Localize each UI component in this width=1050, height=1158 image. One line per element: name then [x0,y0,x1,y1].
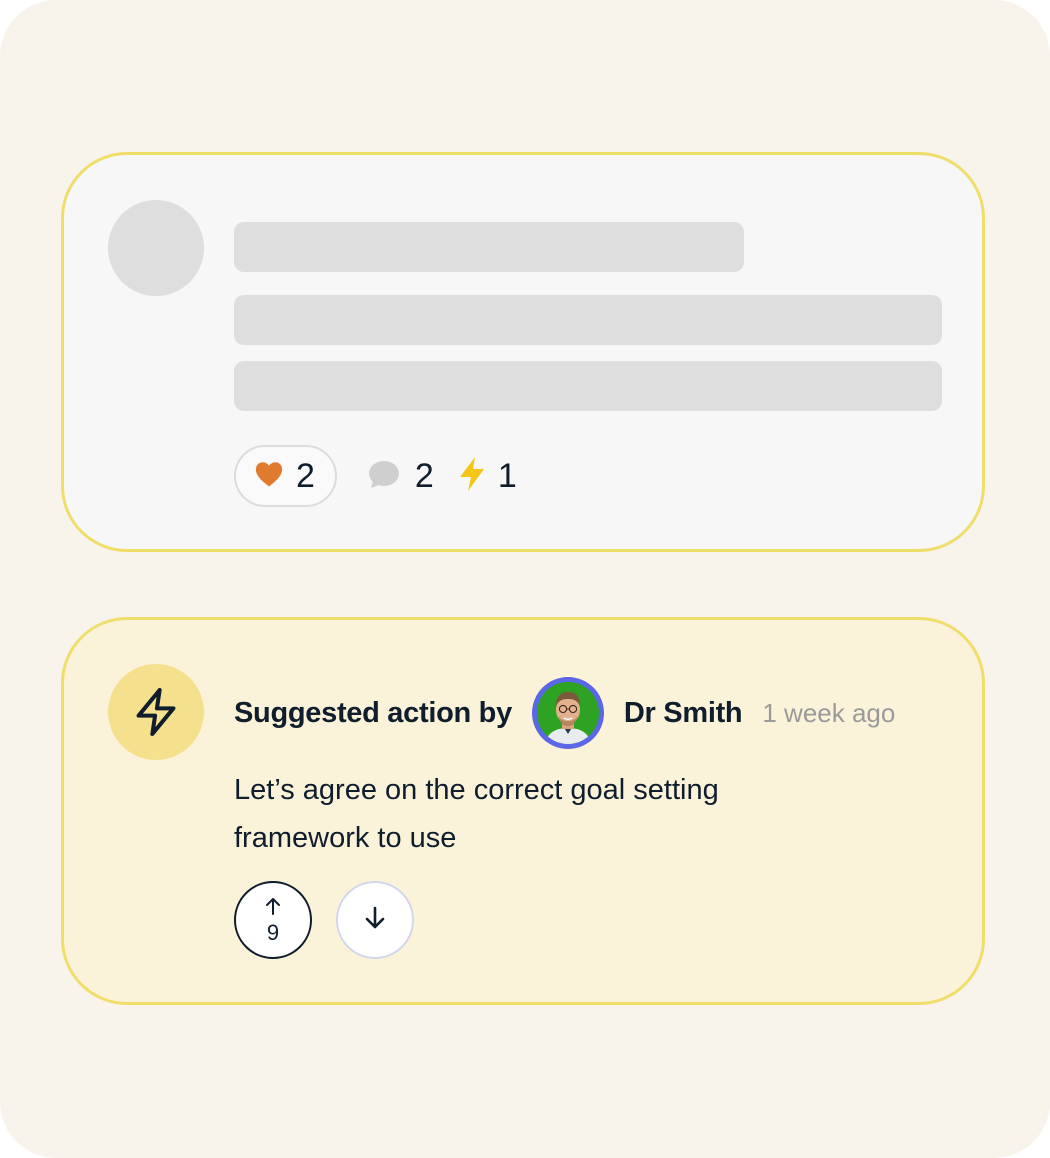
author-name[interactable]: Dr Smith [624,697,743,730]
comment-count: 2 [414,457,434,495]
lightning-bolt-icon [458,456,486,497]
skeleton-title-line [234,222,744,272]
skeleton-body-line [234,361,942,411]
skeleton-avatar [108,200,204,296]
downvote-button[interactable] [336,881,414,959]
suggestion-text: Let’s agree on the correct goal setting … [234,774,719,854]
arrow-down-icon [364,906,386,935]
like-count: 2 [296,457,315,495]
canvas: 2 2 1 Suggested action by Dr Smith 1 wee… [0,0,1050,1158]
reaction-bar: 2 2 1 [234,443,517,509]
suggestion-header: Suggested action by Dr Smith 1 week ago [234,676,895,750]
upvote-count: 9 [266,919,280,945]
avatar-photo [536,682,599,744]
skeleton-body-line [234,295,942,345]
author-avatar[interactable] [531,677,604,749]
post-card: 2 2 1 [61,152,985,552]
action-count-button[interactable]: 1 [458,456,517,497]
upvote-button[interactable]: 9 [234,881,312,959]
comment-button[interactable]: 2 [367,458,434,495]
suggested-action-card: Suggested action by Dr Smith 1 week ago … [61,617,985,1005]
like-button[interactable]: 2 [234,445,337,507]
vote-controls: 9 [234,881,414,959]
comment-bubble-icon [367,458,401,495]
action-count: 1 [497,457,517,495]
arrow-up-icon [265,897,281,920]
heart-icon [254,460,284,493]
lightning-bolt-icon [108,664,204,760]
timestamp: 1 week ago [762,697,896,728]
suggestion-heading: Suggested action by [234,696,512,729]
